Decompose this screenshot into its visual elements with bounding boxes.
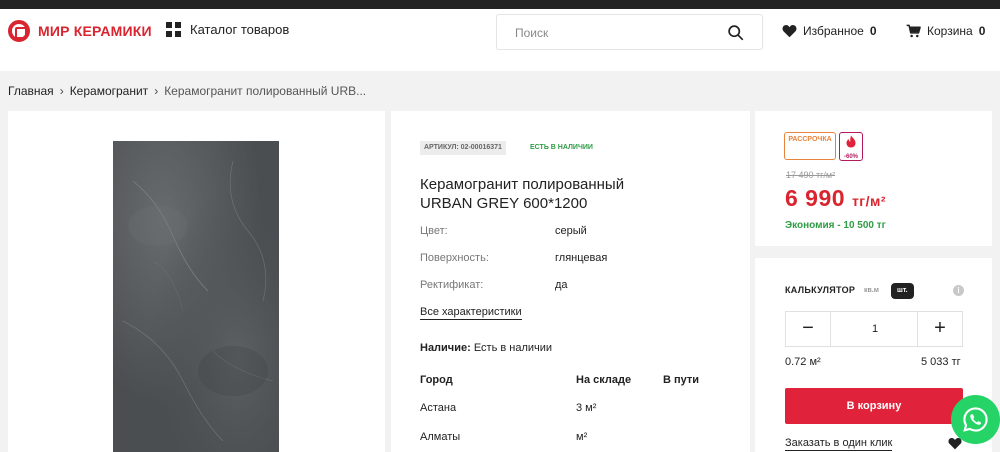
logo-icon	[8, 20, 30, 42]
logo[interactable]: МИР КЕРАМИКИ	[8, 20, 152, 42]
unit-toggle-pcs[interactable]: шт.	[891, 283, 914, 299]
calculator-title: КАЛЬКУЛЯТОР	[785, 285, 856, 295]
product-title-line2: URBAN GREY 600*1200	[420, 195, 588, 212]
attr-surface-value: глянцевая	[555, 252, 608, 264]
whatsapp-icon	[963, 407, 988, 432]
breadcrumb-current: Керамогранит полированный URB...	[164, 84, 367, 98]
catalog-button[interactable]: Каталог товаров	[166, 22, 289, 37]
current-price: 6 990 тг/м²	[785, 185, 886, 212]
availability-value: Есть в наличии	[473, 342, 553, 354]
increment-button[interactable]: +	[917, 312, 962, 346]
stock-row-city: Алматы	[420, 431, 461, 443]
product-title: Керамогранит полированный URBAN GREY 600…	[420, 175, 720, 213]
sale-percent: -60%	[843, 154, 858, 160]
stock-row-warehouse: м²	[576, 431, 588, 443]
quantity-stepper: − +	[785, 311, 963, 347]
search-icon[interactable]	[727, 24, 744, 41]
unit-toggle-sqm[interactable]: кв.м	[864, 287, 879, 294]
price-unit: тг/м²	[851, 193, 887, 209]
heart-icon	[782, 25, 797, 38]
catalog-label: Каталог товаров	[190, 22, 290, 37]
favorites-link[interactable]: Избранное 0	[782, 24, 877, 38]
chevron-right-icon: ›	[154, 84, 159, 98]
attr-color-label: Цвет:	[420, 225, 448, 237]
availability: Наличие: Есть в наличии	[420, 342, 552, 354]
add-to-cart-button[interactable]: В корзину	[785, 388, 963, 424]
stock-header-city: Город	[420, 374, 453, 386]
breadcrumb-category[interactable]: Керамогранит	[70, 84, 149, 98]
stock-row-warehouse: 3 м²	[576, 402, 597, 414]
old-price: 17 490 тг/м²	[786, 170, 836, 180]
cart-link[interactable]: Корзина 0	[906, 24, 985, 38]
breadcrumb: Главная › Керамогранит › Керамогранит по…	[8, 84, 366, 98]
sku-badge: АРТИКУЛ: 02-00016371	[420, 141, 506, 155]
calculated-area: 0.72 м²	[785, 356, 821, 368]
search-box	[496, 14, 763, 50]
all-specs-link[interactable]: Все характеристики	[420, 305, 522, 320]
savings-text: Экономия - 10 500 тг	[785, 220, 886, 231]
stock-status: ЕСТЬ В НАЛИЧИИ	[530, 144, 593, 151]
search-input[interactable]	[515, 23, 725, 43]
installment-badge-label: РАССРОЧКА	[788, 136, 832, 143]
attr-rectified-value: да	[555, 279, 568, 291]
attr-rectified-label: Ректификат:	[420, 279, 484, 291]
quantity-input[interactable]	[832, 312, 918, 346]
one-click-order-link[interactable]: Заказать в один клик	[785, 437, 893, 451]
stock-header-warehouse: На складе	[576, 374, 632, 386]
attr-surface-label: Поверхность:	[420, 252, 489, 264]
stock-header-transit: В пути	[663, 374, 700, 386]
availability-label: Наличие:	[420, 342, 471, 354]
decrement-button[interactable]: −	[786, 312, 831, 346]
cart-count: 0	[978, 24, 986, 38]
grid-icon	[166, 22, 181, 37]
whatsapp-button[interactable]	[951, 395, 1000, 444]
top-strip	[0, 0, 1000, 9]
fire-icon	[846, 135, 856, 148]
product-image[interactable]	[113, 141, 279, 452]
product-title-line1: Керамогранит полированный	[420, 176, 625, 193]
attr-color-value: серый	[555, 225, 587, 237]
stock-row-city: Астана	[420, 402, 457, 414]
breadcrumb-home[interactable]: Главная	[8, 84, 54, 98]
calculated-sum: 5 033 тг	[921, 356, 961, 368]
favorites-label: Избранное	[803, 24, 864, 38]
installment-badge[interactable]: РАССРОЧКА	[784, 132, 836, 160]
price-value: 6 990	[785, 185, 846, 211]
info-icon[interactable]: i	[953, 285, 964, 296]
chevron-right-icon: ›	[59, 84, 64, 98]
favorites-count: 0	[869, 24, 877, 38]
cart-icon	[906, 24, 921, 38]
sale-badge: -60%	[839, 132, 863, 161]
logo-text: МИР КЕРАМИКИ	[38, 23, 152, 39]
cart-label: Корзина	[927, 24, 973, 38]
